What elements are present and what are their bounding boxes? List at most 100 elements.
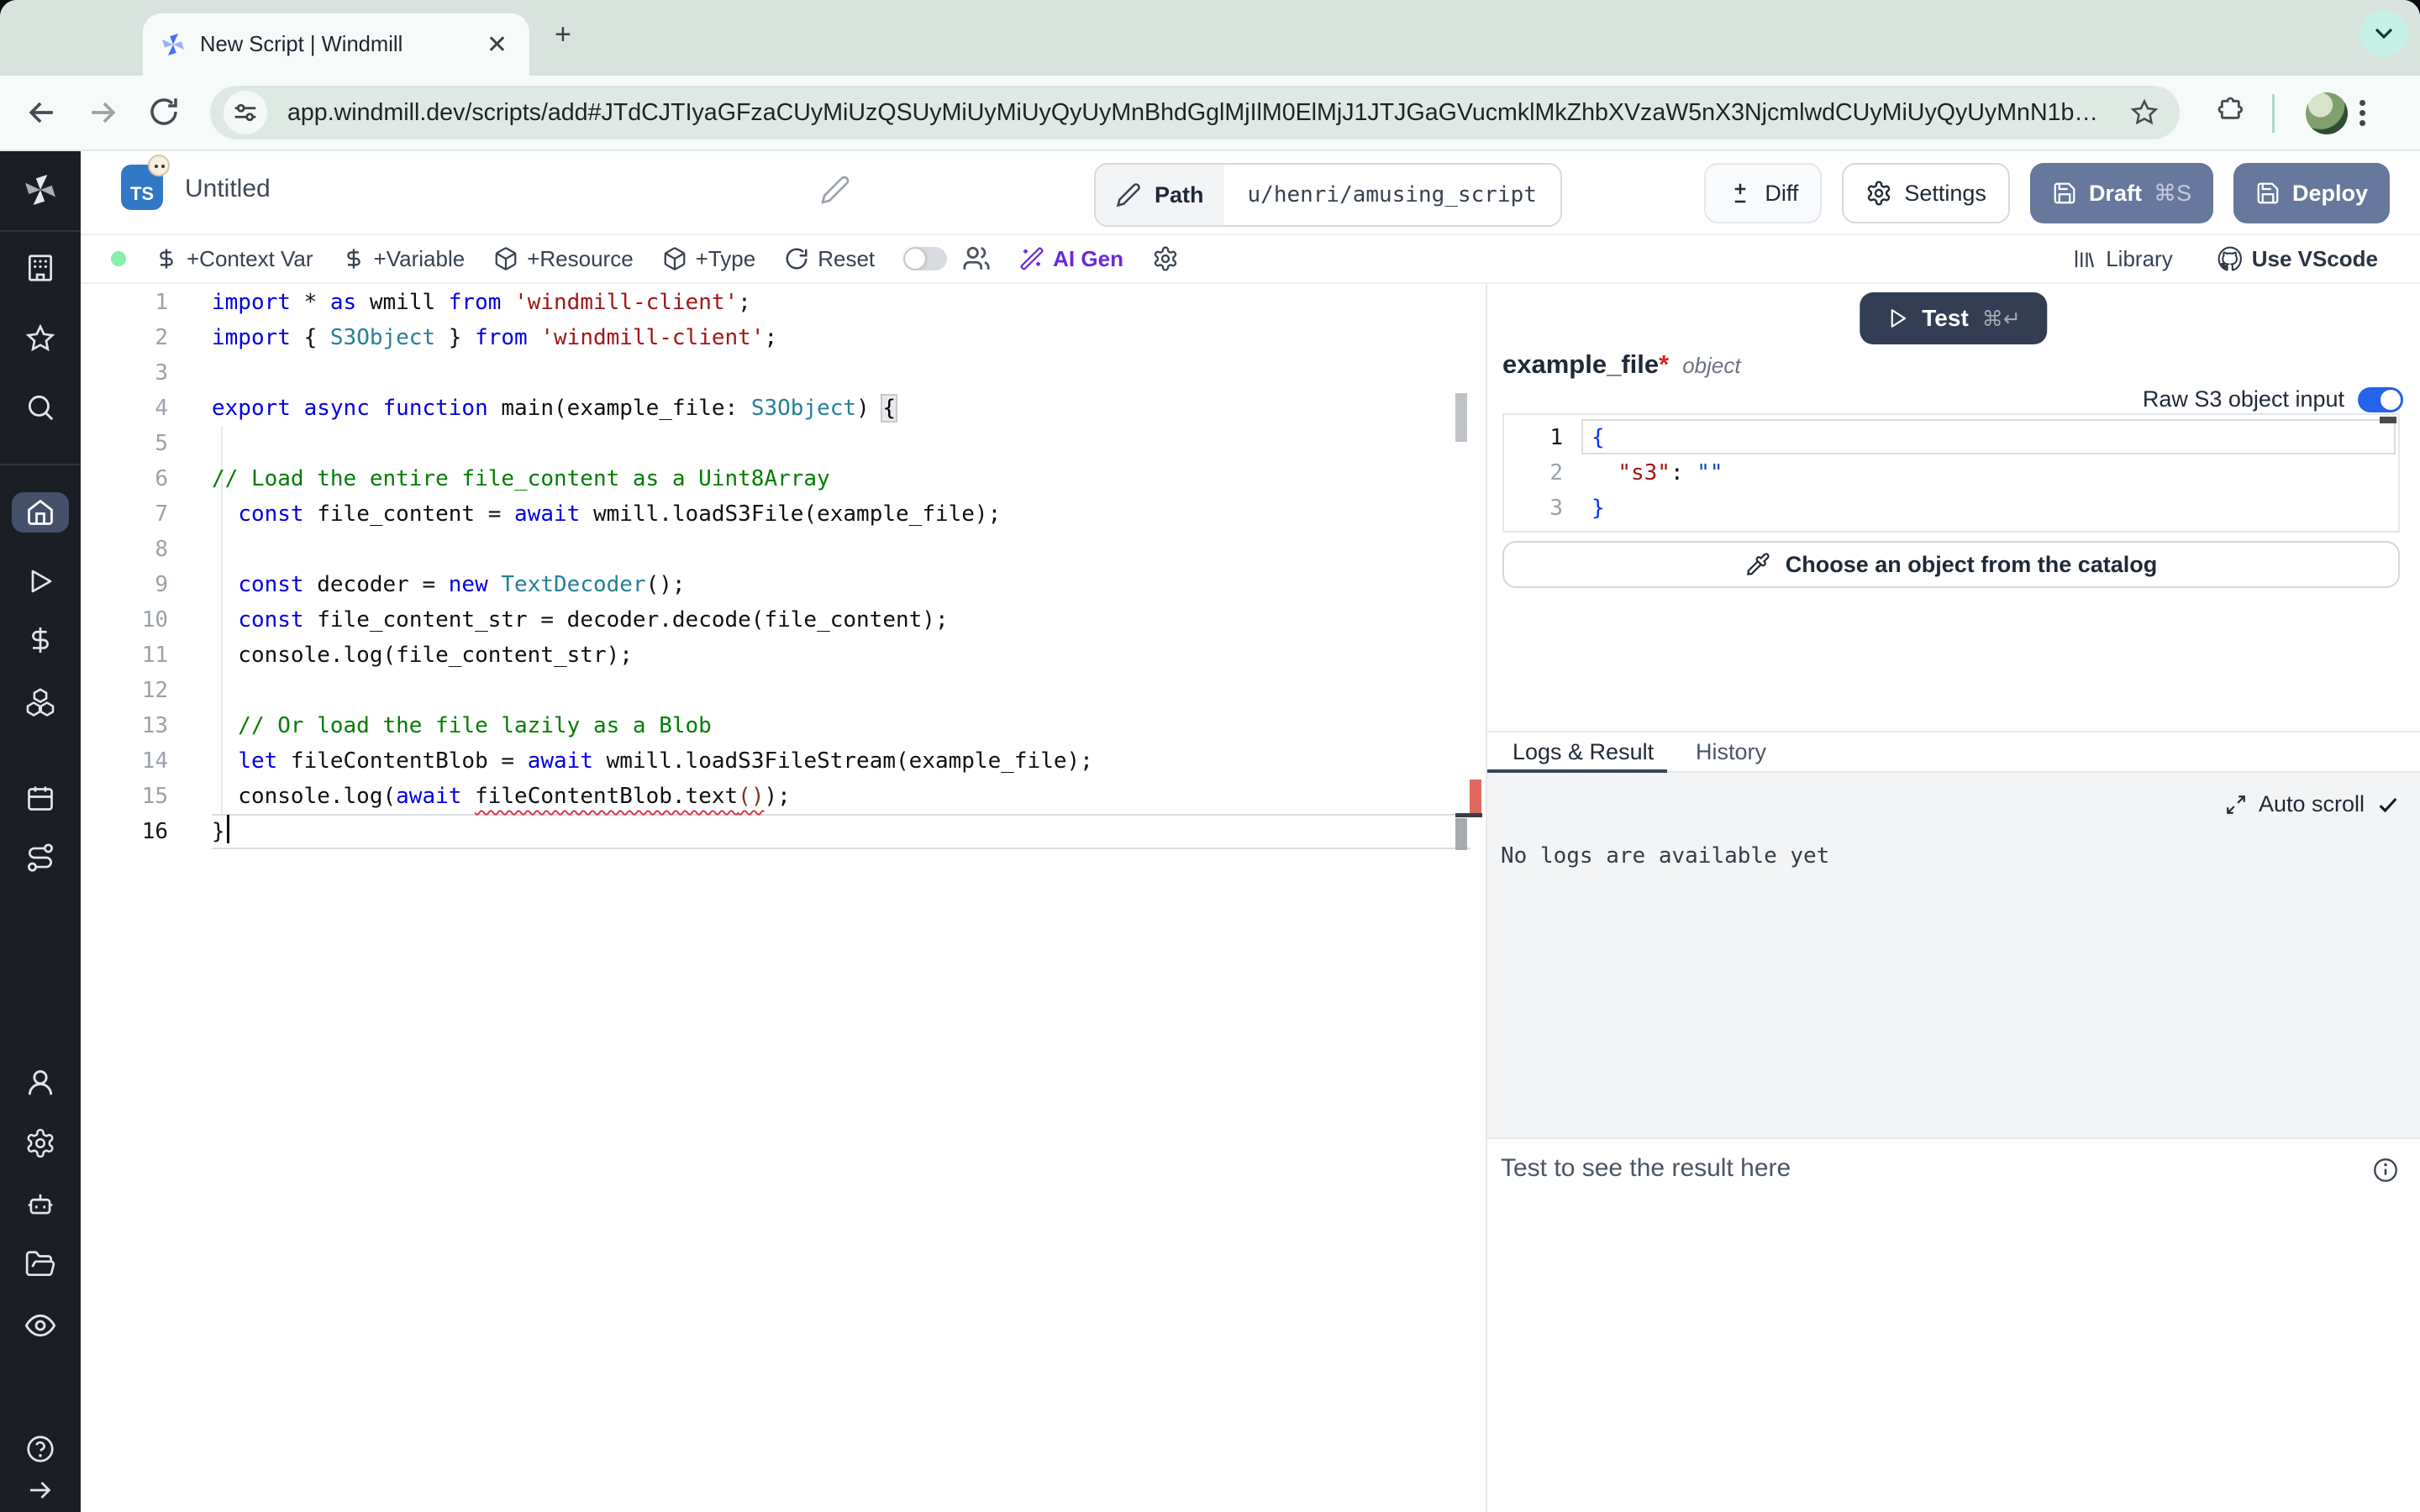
sidebar-item-home[interactable] xyxy=(0,497,81,528)
cursor-overview-marker xyxy=(1455,813,1482,817)
test-shortcut: ⌘↵ xyxy=(1982,307,2021,331)
sidebar-item-folders[interactable] xyxy=(0,1248,81,1280)
users-icon xyxy=(962,244,991,273)
add-type-button[interactable]: +Type xyxy=(662,246,756,272)
windmill-favicon xyxy=(160,31,187,58)
editor-toolbar: +Context Var +Variable +Resource +Type R… xyxy=(81,235,2420,284)
reset-icon xyxy=(784,246,809,271)
bookmark-star-icon[interactable] xyxy=(2129,97,2160,128)
sidebar-item-flows[interactable] xyxy=(0,842,81,874)
back-icon[interactable] xyxy=(24,94,60,131)
diff-button[interactable]: Diff xyxy=(1704,163,1822,223)
sidebar-item-resources[interactable] xyxy=(0,685,81,717)
json-content[interactable]: { "s3": ""} xyxy=(1591,420,2395,526)
forward-icon[interactable] xyxy=(84,94,121,131)
play-icon xyxy=(1886,307,1908,329)
logs-empty-text: No logs are available yet xyxy=(1501,843,1829,869)
sidebar-item-variables[interactable] xyxy=(0,625,81,655)
window-chevron-button[interactable] xyxy=(2360,10,2408,57)
argument-type: object xyxy=(1682,353,1740,379)
json-scrollbar-thumb[interactable] xyxy=(2380,417,2396,423)
route-icon xyxy=(24,842,56,874)
line-numbers: 12345678910111213141516 xyxy=(81,285,168,849)
info-icon[interactable] xyxy=(2371,1156,2400,1184)
raw-s3-toggle[interactable] xyxy=(2358,387,2403,412)
script-name-input[interactable]: Untitled xyxy=(185,175,271,203)
choose-object-button[interactable]: Choose an object from the catalog xyxy=(1502,541,2400,588)
sidebar-item-users[interactable] xyxy=(0,1067,81,1099)
browser-tab[interactable]: New Script | Windmill ✕ xyxy=(143,13,529,76)
robot-icon xyxy=(24,1188,56,1220)
new-tab-button[interactable]: + xyxy=(555,20,571,49)
path-button[interactable]: Path u/henri/amusing_script xyxy=(1094,163,1562,227)
package-icon xyxy=(493,246,518,271)
dollar-icon xyxy=(155,247,178,270)
gear-icon xyxy=(24,1127,56,1159)
browser-menu-icon[interactable] xyxy=(2360,96,2366,130)
tab-history[interactable]: History xyxy=(1696,739,1766,765)
code-editor[interactable]: 12345678910111213141516 import * as wmil… xyxy=(81,284,1486,1512)
reload-icon[interactable] xyxy=(146,94,182,129)
tab-title: New Script | Windmill xyxy=(200,33,481,57)
script-settings-gear-icon[interactable] xyxy=(1152,245,1179,272)
app-sidebar xyxy=(0,151,81,1512)
add-resource-button[interactable]: +Resource xyxy=(493,246,633,272)
sidebar-item-search[interactable] xyxy=(0,391,81,423)
logs-tabs: Logs & Result History xyxy=(1487,731,2420,773)
dollar-icon xyxy=(25,625,55,655)
save-icon xyxy=(2052,181,2077,206)
autoscroll-control[interactable]: Auto scroll xyxy=(2225,791,2400,817)
dollar-icon xyxy=(342,247,366,270)
sidebar-item-help[interactable] xyxy=(0,1433,81,1465)
draft-button[interactable]: Draft ⌘S xyxy=(2030,163,2213,223)
sidebar-item-workspace[interactable] xyxy=(0,252,81,284)
sidebar-item-schedules[interactable] xyxy=(0,783,81,813)
arrow-right-icon xyxy=(25,1475,55,1505)
building-icon xyxy=(24,252,56,284)
profile-avatar[interactable] xyxy=(2306,92,2348,134)
ai-gen-button[interactable]: AI Gen xyxy=(1019,246,1123,272)
sidebar-item-favorites[interactable] xyxy=(0,323,81,354)
add-variable-button[interactable]: +Variable xyxy=(342,246,466,272)
save-icon xyxy=(2255,181,2281,206)
calendar-icon xyxy=(25,783,55,813)
library-button[interactable]: Library xyxy=(2072,246,2172,272)
result-hint-text: Test to see the result here xyxy=(1501,1154,1791,1183)
diff-icon xyxy=(1728,181,1753,206)
preview-panel: Test ⌘↵ example_file* object Raw S3 obje… xyxy=(1486,284,2420,1512)
json-line-numbers: 123 xyxy=(1504,420,1578,526)
json-arg-editor[interactable]: 123 { "s3": ""} xyxy=(1502,413,2400,533)
bun-badge-icon xyxy=(148,155,170,176)
settings-button[interactable]: Settings xyxy=(1842,163,2010,223)
sidebar-item-audit[interactable] xyxy=(0,1309,81,1342)
editor-scrollbar-thumb-2[interactable] xyxy=(1455,818,1467,850)
star-icon xyxy=(24,323,56,354)
search-icon xyxy=(24,391,56,423)
error-overview-marker xyxy=(1470,780,1481,813)
add-context-var-button[interactable]: +Context Var xyxy=(155,246,313,272)
test-button[interactable]: Test ⌘↵ xyxy=(1860,292,2047,344)
address-bar[interactable]: app.windmill.dev/scripts/add#JTdCJTIyaGF… xyxy=(210,86,2180,139)
sidebar-item-runs[interactable] xyxy=(0,566,81,596)
windmill-logo[interactable] xyxy=(0,171,81,208)
chevron-down-icon xyxy=(2375,28,2393,39)
tab-close-icon[interactable]: ✕ xyxy=(481,30,513,60)
tab-logs-result[interactable]: Logs & Result xyxy=(1512,739,1654,765)
reset-button[interactable]: Reset xyxy=(784,246,875,272)
multiplayer-toggle[interactable] xyxy=(903,247,947,270)
sidebar-collapse-arrow[interactable] xyxy=(0,1475,81,1505)
windmill-app-window: New Script | Windmill ✕ + app.windmill.d… xyxy=(0,0,2420,1512)
edit-name-pencil-icon[interactable] xyxy=(820,175,850,205)
raw-s3-toggle-label: Raw S3 object input xyxy=(2143,386,2344,412)
use-vscode-button[interactable]: Use VScode xyxy=(2217,245,2378,272)
editor-scrollbar-thumb[interactable] xyxy=(1455,393,1467,442)
package-icon xyxy=(662,246,687,271)
site-settings-icon[interactable] xyxy=(224,91,267,134)
sidebar-item-settings[interactable] xyxy=(0,1127,81,1159)
code-content[interactable]: import * as wmill from 'windmill-client'… xyxy=(212,285,1486,849)
deploy-button[interactable]: Deploy xyxy=(2233,163,2390,223)
extensions-icon[interactable] xyxy=(2215,94,2249,128)
check-icon xyxy=(2376,793,2400,816)
play-icon xyxy=(25,566,55,596)
sidebar-item-workers[interactable] xyxy=(0,1188,81,1220)
